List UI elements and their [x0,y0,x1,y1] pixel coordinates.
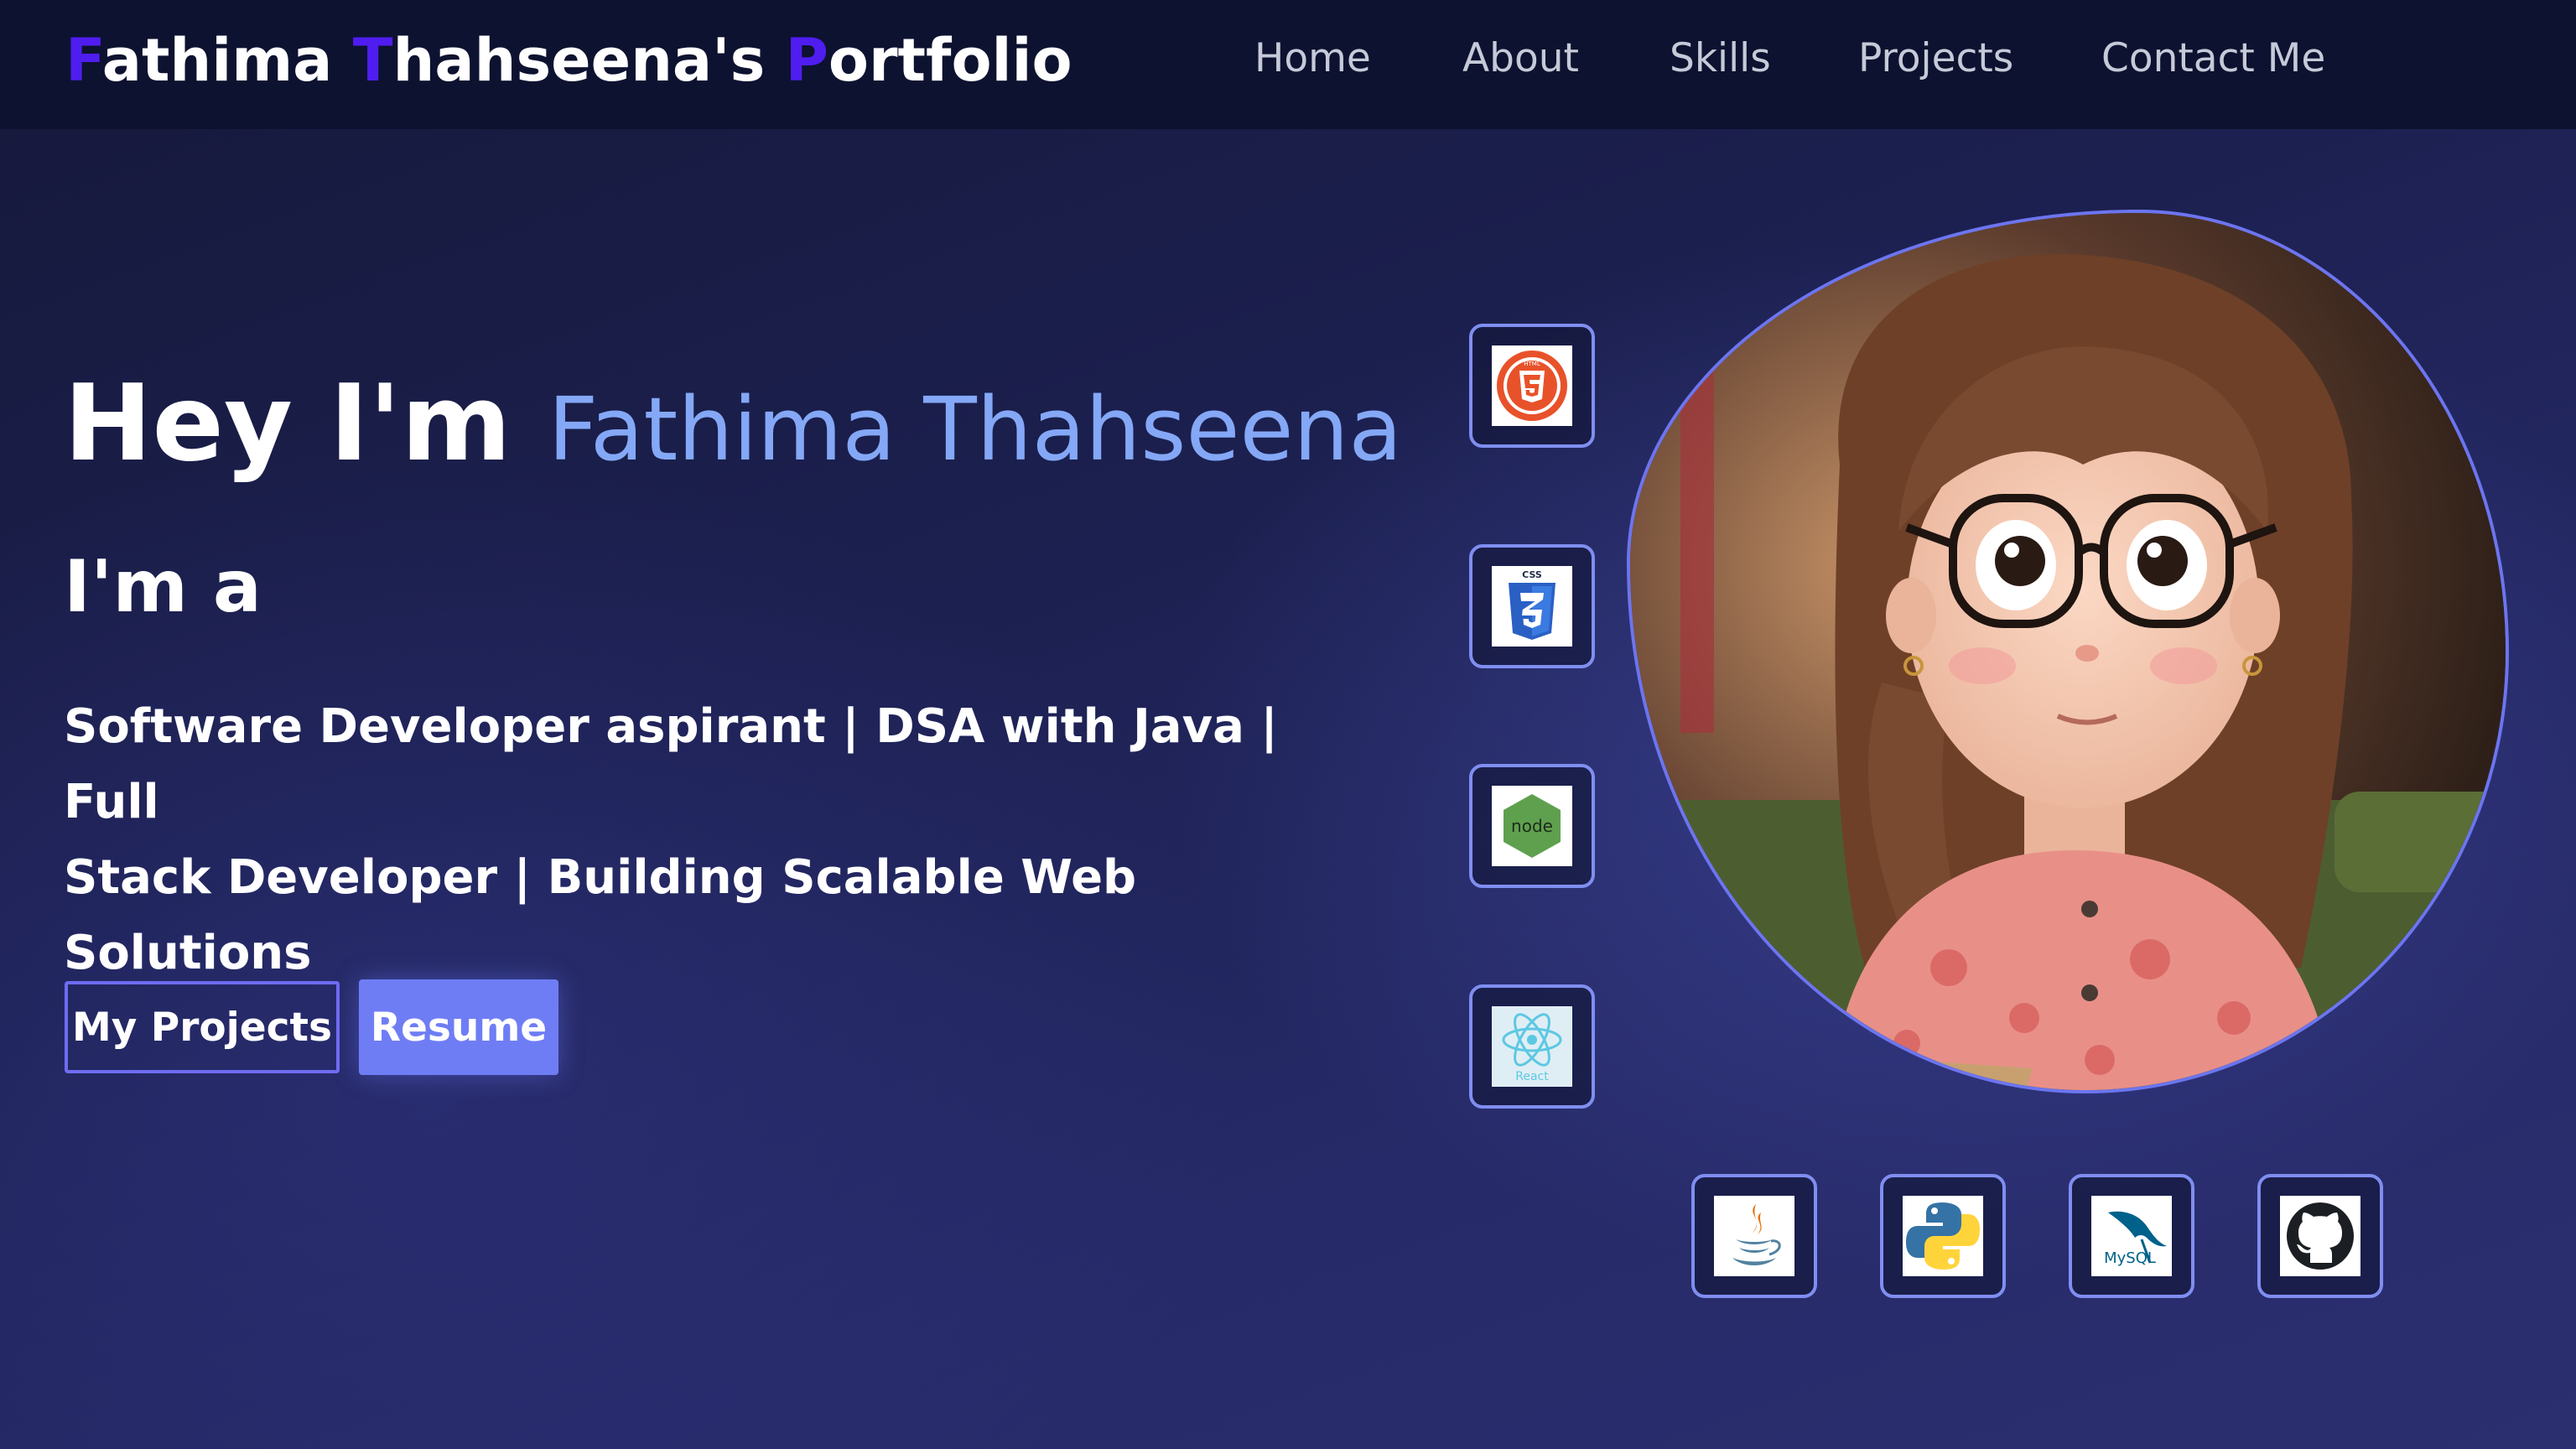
python-icon [1903,1196,1983,1276]
my-projects-button[interactable]: My Projects [65,981,340,1073]
css3-icon-label: CSS [1522,569,1542,580]
nav-link-projects[interactable]: Projects [1858,34,2013,84]
hero-name: Fathima Thahseena [548,378,1403,480]
html5-icon-label: HTML [1524,361,1540,367]
react-icon: React [1492,1006,1572,1087]
skill-tile-css[interactable]: CSS [1469,544,1595,668]
css3-icon: CSS [1492,566,1572,647]
skill-tile-react[interactable]: React [1469,984,1595,1109]
navbar: Fathima Thahseena's Portfolio Home About… [0,0,2576,129]
skill-tile-mysql[interactable]: MySQL [2069,1174,2194,1298]
hero-greeting: Hey I'm [64,361,512,485]
skill-tile-java[interactable] [1691,1174,1817,1298]
react-icon-label: React [1515,1070,1549,1083]
brand-text-part: hahseena's [392,26,786,95]
skill-tile-html[interactable]: HTML [1469,324,1595,448]
nav-link-contact[interactable]: Contact Me [2101,34,2325,84]
hero-description-line: Stack Developer | Building Scalable Web … [64,850,1137,980]
hero-description: Software Developer aspirant | DSA with J… [64,689,1288,991]
resume-button[interactable]: Resume [359,979,558,1075]
brand-initial-f: F [65,26,102,95]
nodejs-icon-label: node [1511,816,1553,836]
github-icon [2280,1196,2360,1276]
brand-text-part: athima [101,26,353,95]
brand-logo[interactable]: Fathima Thahseena's Portfolio [65,25,1072,96]
html5-icon: HTML [1492,345,1572,426]
nav-link-home[interactable]: Home [1254,34,1371,84]
mysql-icon-label: MySQL [2104,1249,2156,1267]
hero-subtitle: I'm a [64,545,262,629]
brand-text-part: ortfolio [828,26,1072,95]
nodejs-icon: node [1492,786,1572,866]
skill-tile-github[interactable] [2257,1174,2383,1298]
mysql-icon: MySQL [2091,1196,2172,1276]
java-icon [1714,1196,1794,1276]
brand-initial-t: T [352,26,393,95]
hero-title: Hey I'm Fathima Thahseena [64,361,1402,492]
nav-link-about[interactable]: About [1462,34,1579,84]
hero-description-line: Software Developer aspirant | DSA with J… [64,699,1278,829]
profile-avatar [1627,210,2509,1093]
nav-link-skills[interactable]: Skills [1670,34,1771,84]
skill-tile-python[interactable] [1880,1174,2006,1298]
brand-initial-p: P [785,26,828,95]
skill-tile-node[interactable]: node [1469,764,1595,888]
